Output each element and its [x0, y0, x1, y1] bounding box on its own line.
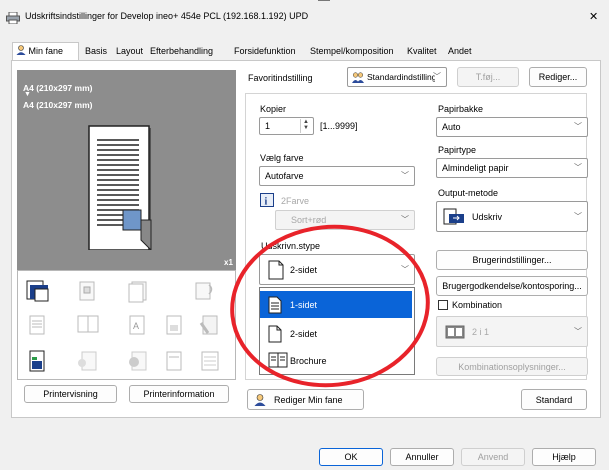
cancel-button[interactable]: Annuller [390, 448, 454, 466]
copies-range: [1...9999] [320, 121, 358, 131]
favorites-label: Favoritindstilling [248, 73, 313, 83]
edit-my-tab-label: Rediger Min fane [274, 394, 343, 405]
staple-icon[interactable] [76, 279, 100, 303]
ok-button[interactable]: OK [319, 448, 383, 466]
print-preview-button[interactable]: Printervisning [24, 385, 117, 403]
combination-label: Kombination [452, 300, 503, 310]
chevron-down-icon: ﹀ [574, 326, 582, 336]
copies-value: 1 [265, 121, 271, 131]
help-button[interactable]: Hjælp [532, 448, 596, 466]
output-label: Output-metode [438, 188, 499, 198]
chevron-down-icon: ﹀ [574, 211, 582, 221]
printer-icon [6, 11, 20, 25]
favorites-value: Standardindstilling [367, 72, 435, 82]
output-dropdown[interactable]: Udskriv ﹀ [436, 201, 588, 232]
favorites-dropdown[interactable]: Standardindstilling ﹀ [347, 67, 447, 87]
user-settings-button[interactable]: Brugerindstillinger... [436, 250, 588, 270]
tab-efterbehandling[interactable]: Efterbehandling [147, 44, 216, 60]
chevron-down-icon: ﹀ [574, 162, 582, 172]
combination-dropdown[interactable]: 2 i 1 ﹀ [436, 316, 588, 347]
copies-stepper[interactable]: ▲ ▼ [300, 119, 311, 133]
page-preview-icon [87, 98, 159, 252]
finishing-icon[interactable] [198, 349, 222, 373]
svg-text:A: A [133, 321, 139, 331]
copies-label: Kopier [260, 104, 287, 114]
booklet-icon[interactable] [126, 279, 150, 303]
rotate-icon[interactable] [193, 279, 217, 303]
printer-info-button[interactable]: Printerinformation [129, 385, 229, 403]
edge-icon[interactable] [163, 349, 187, 373]
paper-size-from: A4 (210x297 mm) [23, 83, 93, 93]
watermark-icon[interactable]: A [126, 313, 150, 337]
edit-my-tab-button[interactable]: Rediger Min fane [247, 389, 364, 410]
close-icon[interactable]: ✕ [589, 10, 598, 23]
tab-stempel-komposition[interactable]: Stempel/komposition [307, 44, 397, 60]
output-print-icon [443, 208, 465, 228]
user-auth-button[interactable]: Brugergodkendelse/kontosporing... [436, 276, 588, 296]
tab-min-fane[interactable]: Min fane [12, 42, 79, 61]
overlay-icon[interactable] [163, 313, 187, 337]
preview-pane: A4 (210x297 mm) ▼ A4 (210x297 mm) x1 [17, 70, 236, 270]
tab-andet[interactable]: Andet [445, 44, 475, 60]
tab-layout[interactable]: Layout [113, 44, 146, 60]
combination-icon[interactable] [76, 313, 100, 337]
tab-basis[interactable]: Basis [82, 44, 110, 60]
two-up-icon [445, 325, 465, 341]
page-layout-icon[interactable] [26, 313, 50, 337]
chevron-down-icon: ﹀ [401, 170, 409, 180]
tab-kvalitet[interactable]: Kvalitet [404, 44, 440, 60]
window-title: Udskriftsindstillinger for Develop ineo+… [25, 11, 309, 21]
edit-favorite-button[interactable]: Rediger... [529, 67, 587, 87]
cover-icon[interactable] [198, 313, 222, 337]
color-label: Vælg farve [260, 153, 304, 163]
arrow-down-icon: ▼ [24, 91, 31, 98]
color-value: Autofarve [265, 171, 304, 181]
account-track-icon[interactable] [126, 349, 150, 373]
user-auth-icon[interactable] [76, 349, 100, 373]
chevron-down-icon: ﹀ [574, 121, 582, 131]
combination-details-button[interactable]: Kombinationsoplysninger... [436, 357, 588, 376]
paper-type-label: Papirtype [438, 145, 477, 155]
standard-button[interactable]: Standard [521, 389, 587, 410]
paper-type-dropdown[interactable]: Almindeligt papir ﹀ [436, 158, 588, 178]
copies-input[interactable]: 1 ▲ ▼ [259, 117, 314, 135]
apply-button[interactable]: Anvend [461, 448, 525, 466]
add-favorite-button[interactable]: T.føj... [457, 67, 519, 87]
tab-forsidefunktion[interactable]: Forsidefunktion [231, 44, 299, 60]
function-icon-grid: A [17, 270, 236, 380]
user-icon [16, 45, 26, 55]
user-icon [254, 393, 266, 406]
annotation-ellipse [222, 220, 436, 390]
combination-checkbox[interactable] [438, 300, 448, 310]
paper-tray-dropdown[interactable]: Auto ﹀ [436, 117, 588, 137]
favorite-settings-icon [352, 71, 364, 83]
paper-tray-label: Papirbakke [438, 104, 484, 114]
color-dropdown[interactable]: Autofarve ﹀ [259, 166, 415, 186]
chevron-down-icon: ﹀ [433, 71, 441, 81]
title-bar: Udskriftsindstillinger for Develop ineo+… [0, 0, 609, 36]
paper-type-value: Almindeligt papir [442, 163, 509, 173]
svg-text:i: i [265, 197, 268, 208]
color-mode-icon[interactable] [26, 349, 50, 373]
info-icon[interactable]: i [260, 193, 274, 208]
paper-size-to: A4 (210x297 mm) [23, 100, 93, 110]
twocolor-label: 2Farve [281, 196, 310, 206]
title-bar-accent [318, 0, 330, 1]
print-type-icon[interactable] [26, 279, 50, 303]
paper-tray-value: Auto [442, 122, 461, 132]
tab-label: Min fane [28, 46, 64, 56]
